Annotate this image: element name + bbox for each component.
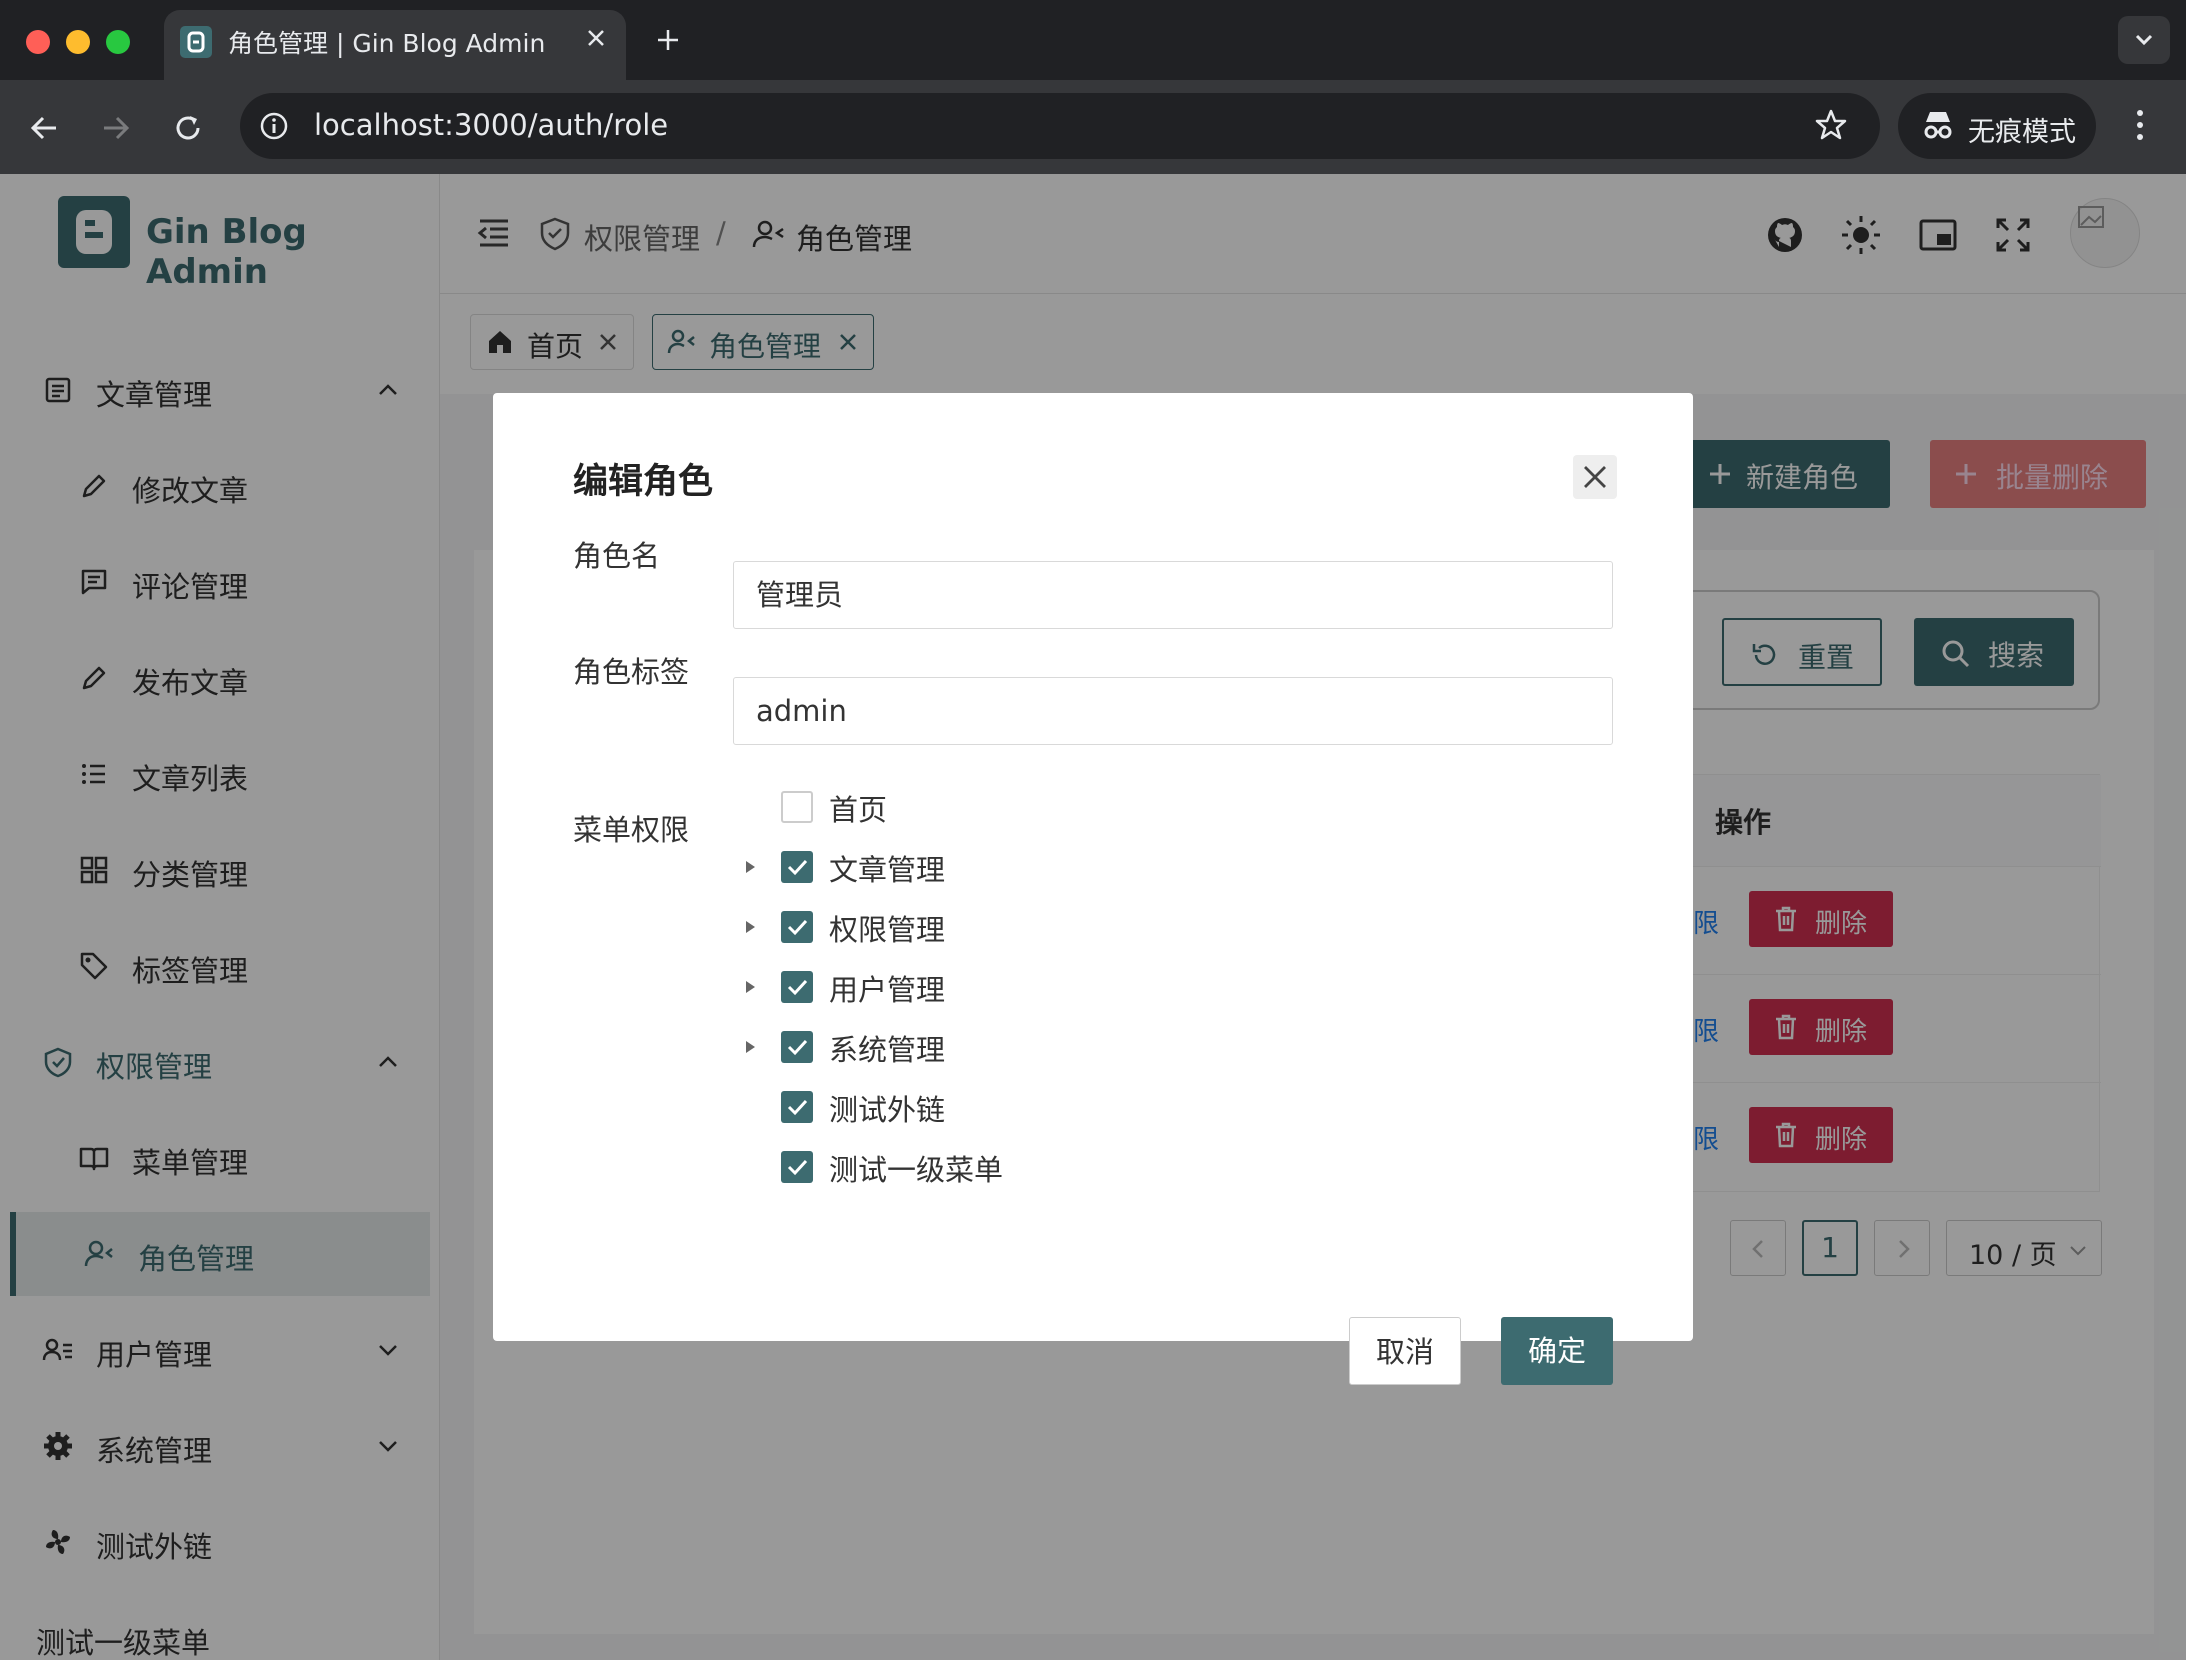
check-icon [787, 1039, 808, 1056]
caret-right-icon[interactable] [743, 979, 757, 995]
checkbox[interactable] [781, 1031, 813, 1063]
role-tag-label: 角色标签 [573, 655, 690, 689]
tab-search-button[interactable] [2118, 16, 2170, 64]
close-tab-icon[interactable] [584, 26, 608, 50]
browser-tab-title: 角色管理 | Gin Blog Admin [228, 29, 546, 58]
incognito-icon [1920, 108, 1956, 142]
check-icon [787, 919, 808, 936]
caret-right-icon[interactable] [743, 1039, 757, 1055]
reload-icon[interactable] [170, 110, 206, 146]
caret-right-icon[interactable] [743, 859, 757, 875]
url-text: localhost:3000/auth/role [314, 108, 669, 142]
close-window-button[interactable] [26, 30, 50, 54]
tree-node-external-link[interactable]: 测试外链 [733, 1085, 1333, 1129]
tree-node-users[interactable]: 用户管理 [733, 965, 1333, 1009]
check-icon [787, 979, 808, 996]
checkbox[interactable] [781, 1151, 813, 1183]
checkbox[interactable] [781, 1091, 813, 1123]
menu-permission-label: 菜单权限 [573, 813, 690, 847]
edit-role-dialog: 编辑角色 角色名 管理员 角色标签 admin 菜单权限 首页 文章管理 权限管… [493, 393, 1693, 1385]
tree-node-label: 系统管理 [829, 1033, 946, 1067]
minimize-window-button[interactable] [66, 30, 90, 54]
role-tag-input[interactable]: admin [733, 677, 1613, 745]
incognito-label: 无痕模式 [1968, 117, 2076, 148]
checkbox[interactable] [781, 851, 813, 883]
site-info-icon[interactable] [258, 110, 290, 142]
tree-node-articles[interactable]: 文章管理 [733, 845, 1333, 889]
tree-node-label: 权限管理 [829, 913, 946, 947]
checkbox[interactable] [781, 911, 813, 943]
tree-node-label: 测试外链 [829, 1093, 946, 1127]
check-icon [787, 1159, 808, 1176]
tree-node-permissions[interactable]: 权限管理 [733, 905, 1333, 949]
tree-node-home[interactable]: 首页 [733, 785, 1333, 829]
tree-node-label: 首页 [829, 793, 888, 827]
new-tab-icon[interactable] [654, 26, 682, 54]
dialog-title: 编辑角色 [573, 462, 714, 502]
role-name-input[interactable]: 管理员 [733, 561, 1613, 629]
browser-menu-icon[interactable] [2130, 108, 2150, 142]
check-icon [787, 1099, 808, 1116]
bookmark-star-icon[interactable] [1814, 108, 1848, 142]
browser-tab-bar: 角色管理 | Gin Blog Admin [0, 0, 2186, 80]
back-icon[interactable] [26, 110, 62, 146]
cancel-button[interactable]: 取消 [1349, 1317, 1461, 1385]
tree-node-system[interactable]: 系统管理 [733, 1025, 1333, 1069]
dialog-close-button[interactable] [1573, 455, 1617, 499]
tree-node-top-level-menu[interactable]: 测试一级菜单 [733, 1145, 1333, 1189]
tree-node-label: 文章管理 [829, 853, 946, 887]
confirm-button[interactable]: 确定 [1501, 1317, 1613, 1385]
caret-right-icon[interactable] [743, 919, 757, 935]
forward-icon[interactable] [98, 110, 134, 146]
checkbox[interactable] [781, 791, 813, 823]
tree-node-label: 测试一级菜单 [829, 1153, 1004, 1187]
check-icon [787, 859, 808, 876]
close-icon [1584, 466, 1606, 488]
favicon-icon [180, 26, 212, 58]
role-name-label: 角色名 [573, 539, 661, 573]
maximize-window-button[interactable] [106, 30, 130, 54]
checkbox[interactable] [781, 971, 813, 1003]
tree-node-label: 用户管理 [829, 973, 946, 1007]
